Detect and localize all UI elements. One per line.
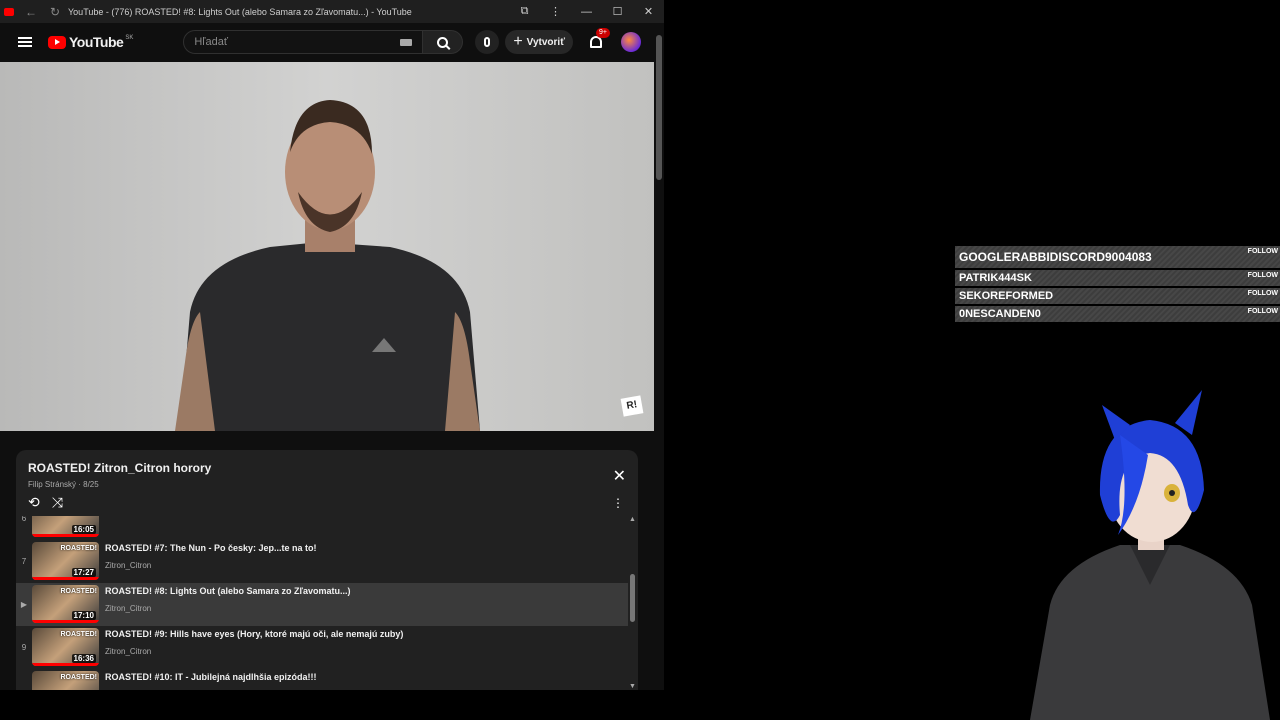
video-duration: 17:27 bbox=[71, 568, 96, 577]
search-icon bbox=[437, 36, 449, 48]
title-bar: ← ↻ YouTube - (776) ROASTED! #8: Lights … bbox=[0, 0, 664, 23]
playlist-item-title[interactable]: ROASTED! #7: The Nun - Po česky: Jep...t… bbox=[105, 543, 317, 553]
video-thumbnail[interactable]: ROASTED! 16:36 bbox=[32, 628, 99, 666]
follower-name: GOOGLERABBIDISCORD9004083 bbox=[959, 250, 1152, 264]
video-thumbnail[interactable]: ROASTED! 17:27 bbox=[32, 542, 99, 580]
minimize-button[interactable]: — bbox=[571, 6, 602, 18]
search-placeholder: Hľadať bbox=[194, 36, 228, 48]
search-bar: Hľadať bbox=[183, 30, 464, 54]
create-label: Vytvoriť bbox=[526, 36, 565, 48]
thumbnail-badge: ROASTED! bbox=[60, 588, 97, 595]
video-thumbnail[interactable]: ROASTED!16:05 bbox=[32, 516, 99, 537]
follower-entry: GOOGLERABBIDISCORD9004083 FOLLOW bbox=[955, 246, 1280, 268]
follower-entry: SEKOREFORMED FOLLOW bbox=[955, 288, 1280, 304]
follower-name: PATRIK444SK bbox=[959, 272, 1032, 284]
notification-badge: 9+ bbox=[596, 28, 610, 38]
video-duration: 16:05 bbox=[71, 525, 96, 534]
playlist-header: ROASTED! Zitron_Citron horory Filip Strá… bbox=[16, 450, 638, 516]
video-frame-person bbox=[175, 100, 480, 431]
playlist-item[interactable]: 9 ROASTED! 16:36 ROASTED! #9: Hills have ey… bbox=[16, 626, 628, 669]
playlist-item-channel[interactable]: Zitron_Citron bbox=[105, 561, 317, 570]
playlist-item[interactable]: ROASTED! ROASTED! #10: IT - Jubilejná naj… bbox=[16, 669, 628, 690]
voice-search-button[interactable] bbox=[475, 30, 500, 54]
close-playlist-icon[interactable]: ✕ bbox=[613, 466, 626, 486]
watch-progress-bar bbox=[32, 620, 99, 623]
playlist-item-title[interactable]: ROASTED! #10: IT - Jubilejná najdlhšia e… bbox=[105, 672, 317, 682]
playlist-item-title[interactable]: ROASTED! #9: Hills have eyes (Hory, ktor… bbox=[105, 629, 403, 639]
watch-progress-bar bbox=[32, 534, 99, 537]
account-avatar[interactable] bbox=[621, 32, 641, 52]
follow-label: FOLLOW bbox=[1247, 290, 1278, 297]
browser-window: ← ↻ YouTube - (776) ROASTED! #8: Lights … bbox=[0, 0, 664, 690]
playlist-item-title[interactable]: ROASTED! #8: Lights Out (alebo Samara zo… bbox=[105, 586, 351, 596]
playlist-scrollbar[interactable]: ▲ ▼ bbox=[628, 516, 638, 690]
loop-icon[interactable]: ⟲ bbox=[28, 494, 40, 511]
playlist-item-index: 6 bbox=[21, 516, 27, 523]
watch-progress-bar bbox=[32, 663, 99, 666]
playlist-item-index: 7 bbox=[21, 557, 27, 566]
region-code: SK bbox=[125, 34, 134, 41]
close-window-button[interactable]: ✕ bbox=[633, 5, 664, 18]
microphone-icon bbox=[484, 37, 491, 47]
youtube-favicon-icon bbox=[4, 7, 14, 16]
video-duration: 16:36 bbox=[71, 654, 96, 663]
more-options-icon[interactable]: ⋮ bbox=[612, 496, 624, 510]
video-thumbnail[interactable]: ROASTED! 17:10 bbox=[32, 585, 99, 623]
create-button[interactable]: + Vytvoriť bbox=[505, 30, 573, 54]
playlist-item[interactable]: ▶ ROASTED! 17:10 ROASTED! #8: Lights Out (a… bbox=[16, 583, 628, 626]
thumbnail-badge: ROASTED! bbox=[60, 545, 97, 552]
search-button[interactable] bbox=[423, 30, 464, 54]
browser-menu-icon[interactable]: ⋮ bbox=[540, 5, 571, 18]
playlist-meta: Filip Stránský · 8/25 bbox=[28, 480, 99, 489]
menu-icon[interactable] bbox=[18, 37, 32, 47]
vtuber-avatar bbox=[1030, 390, 1270, 720]
playlist-scrollbar-thumb[interactable] bbox=[630, 574, 635, 622]
video-duration: 17:10 bbox=[71, 611, 96, 620]
youtube-logo[interactable]: YouTube SK bbox=[48, 34, 133, 50]
playlist-item[interactable]: 7 ROASTED! 17:27 ROASTED! #7: The Nun - Po … bbox=[16, 540, 628, 583]
playlist-item-channel[interactable]: Zitron_Citron bbox=[105, 604, 351, 613]
watch-progress-bar bbox=[32, 577, 99, 580]
search-input[interactable]: Hľadať bbox=[183, 30, 424, 54]
page-scrollbar[interactable] bbox=[654, 23, 664, 690]
plus-icon: + bbox=[513, 33, 523, 50]
keyboard-icon[interactable] bbox=[400, 38, 413, 46]
thumbnail-badge: ROASTED! bbox=[60, 631, 97, 638]
playlist-item-index: 9 bbox=[21, 643, 27, 652]
extensions-icon[interactable]: ⧉ bbox=[509, 5, 540, 18]
scroll-down-icon[interactable]: ▼ bbox=[629, 683, 636, 690]
playlist-panel: ROASTED! Zitron_Citron horory Filip Strá… bbox=[16, 450, 638, 690]
playlist-items: 6ROASTED!16:05Zitron_Citron7ROASTED!17:2… bbox=[16, 516, 628, 690]
follower-name: 0NESCANDEN0 bbox=[959, 308, 1041, 320]
follow-label: FOLLOW bbox=[1247, 308, 1278, 315]
youtube-header: YouTube SK Hľadať + Vytvoriť 9+ bbox=[0, 23, 664, 61]
follow-label: FOLLOW bbox=[1247, 248, 1278, 255]
maximize-button[interactable]: ☐ bbox=[602, 5, 633, 18]
follower-name: SEKOREFORMED bbox=[959, 290, 1054, 302]
logo-text: YouTube bbox=[69, 34, 124, 50]
reload-icon[interactable]: ↻ bbox=[48, 5, 62, 19]
playlist-item[interactable]: 6ROASTED!16:05Zitron_Citron bbox=[16, 516, 628, 540]
notifications-button[interactable]: 9+ bbox=[587, 28, 610, 51]
video-thumbnail[interactable]: ROASTED! bbox=[32, 671, 99, 690]
playlist-item-index: ▶ bbox=[20, 600, 28, 609]
scroll-up-icon[interactable]: ▲ bbox=[629, 516, 636, 523]
youtube-play-icon bbox=[48, 35, 66, 49]
page-scrollbar-thumb[interactable] bbox=[656, 35, 662, 180]
follower-entry: PATRIK444SK FOLLOW bbox=[955, 270, 1280, 286]
shuffle-icon[interactable]: ⤨ bbox=[52, 494, 63, 511]
thumbnail-badge: ROASTED! bbox=[60, 674, 97, 681]
playlist-item-channel[interactable]: Zitron_Citron bbox=[105, 647, 403, 656]
follower-entry: 0NESCANDEN0 FOLLOW bbox=[955, 306, 1280, 322]
video-player[interactable]: R! bbox=[0, 62, 654, 431]
playlist-title[interactable]: ROASTED! Zitron_Citron horory bbox=[28, 461, 626, 475]
recent-followers-widget: GOOGLERABBIDISCORD9004083 FOLLOW PATRIK444… bbox=[955, 246, 1280, 324]
follow-label: FOLLOW bbox=[1247, 272, 1278, 279]
channel-watermark: R! bbox=[620, 395, 644, 417]
window-title: YouTube - (776) ROASTED! #8: Lights Out … bbox=[68, 6, 412, 17]
back-icon[interactable]: ← bbox=[24, 5, 38, 19]
